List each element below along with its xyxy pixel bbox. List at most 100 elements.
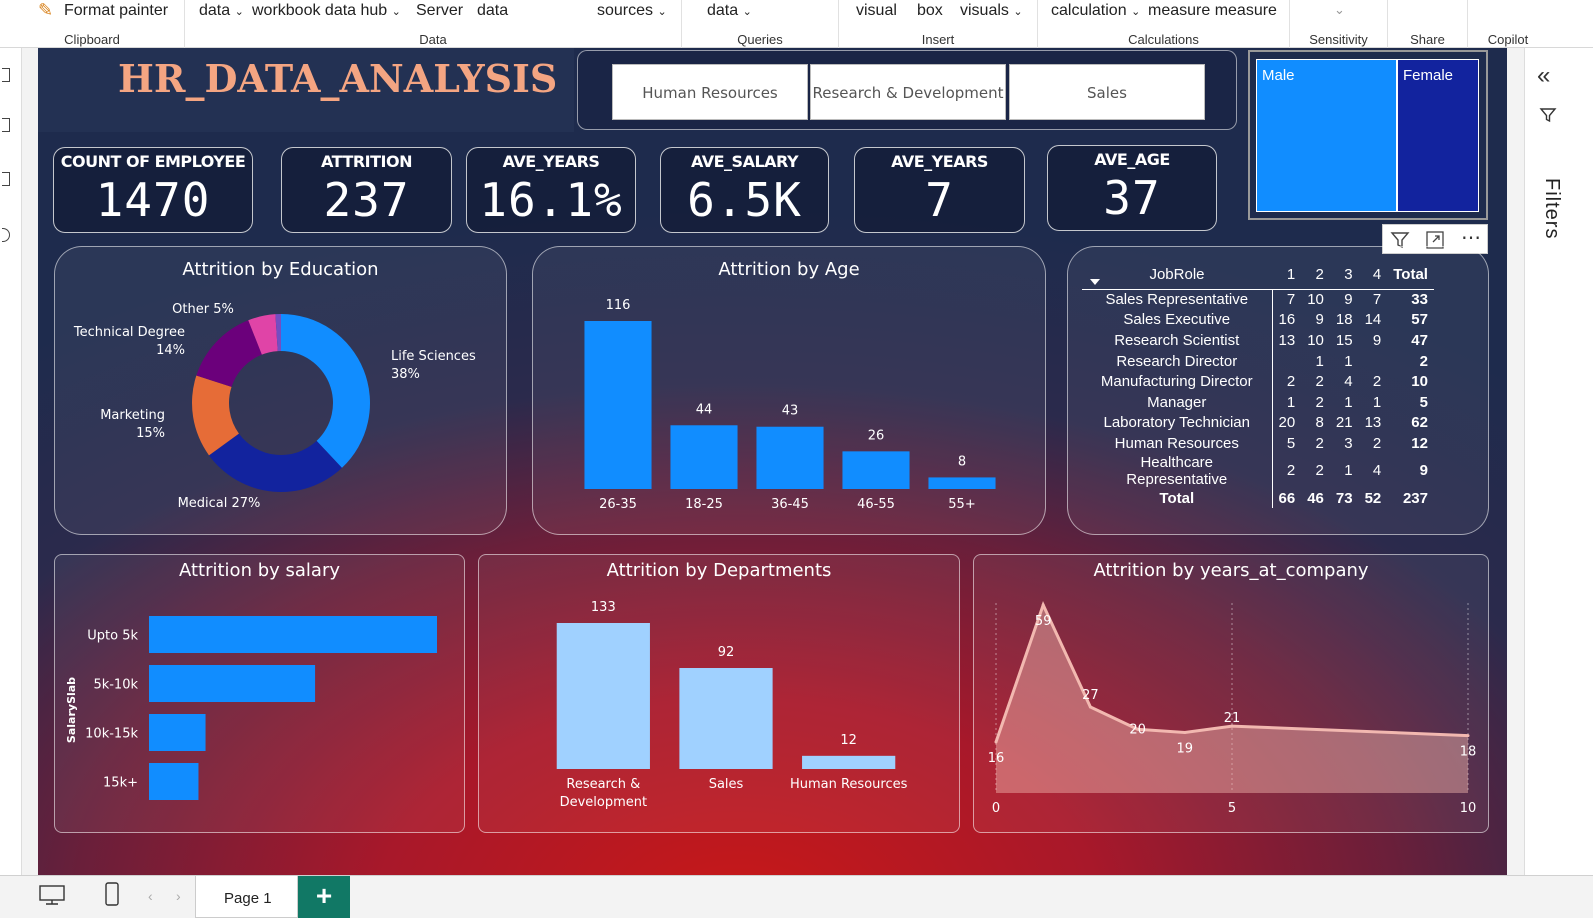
report-canvas: HR_DATA_ANALYSIS Human Resources Researc… [38,48,1507,875]
matrix-cell: 10 [1307,291,1324,309]
kpi-label: AVE_AGE [1094,150,1170,169]
data-point[interactable] [1466,734,1470,738]
matrix-row[interactable]: Healthcare Representative 2 2 1 4 9 [1082,453,1434,488]
matrix-row[interactable]: Manager 1 2 1 1 5 [1082,391,1434,413]
bar[interactable] [670,425,738,489]
bar[interactable] [679,668,773,769]
bar[interactable] [802,755,896,769]
data-point[interactable] [1041,603,1045,607]
matrix-row[interactable]: Sales Representative 7 10 9 7 33 [1082,289,1434,310]
slicer-option-research-development[interactable]: Research & Development [810,64,1006,120]
sensitivity-dropdown[interactable]: ⌄ [1334,2,1345,18]
bar[interactable] [149,616,437,653]
matrix-header-col[interactable]: 1 [1272,261,1302,290]
gender-female-label: Female [1403,67,1454,84]
bar[interactable] [149,763,199,800]
collapse-pane-icon[interactable]: « [1537,62,1550,90]
matrix-header-col[interactable]: 2 [1301,261,1330,290]
next-page-icon[interactable]: › [176,888,181,904]
matrix-cell [1272,351,1301,372]
bar[interactable] [556,623,650,769]
donut-data-label: Life Sciences [391,349,476,364]
new-calculation-button[interactable]: calculation ⌄ [1051,2,1140,20]
years-area-panel: Attrition by years_at_company 16 59 27 20 19… [973,554,1489,833]
quick-measure-button[interactable]: measure measure [1148,2,1277,20]
donut-data-label: Medical 27% [178,496,261,511]
dax-query-view-icon[interactable] [2,228,10,242]
ribbon-item-label: data [707,2,739,19]
department-bar-panel: Attrition by Departments 133 Research & De… [478,554,960,833]
sql-server-button[interactable]: Server [416,2,463,20]
matrix-cell: 2 [1315,393,1324,411]
gender-female-tile[interactable]: Female [1397,59,1479,212]
years-area-chart[interactable]: 16 59 27 20 19 21 18 0 5 10 [974,555,1490,834]
age-bar-chart[interactable]: 116 26-35 44 18-25 43 36-45 26 46-55 8 55+ [533,247,1047,536]
donut-slice-technical-degree[interactable] [196,320,262,387]
education-donut-chart[interactable]: Life Sciences 38% Medical 27% Marketing 15% T… [55,247,508,536]
bar[interactable] [756,426,824,489]
matrix-row[interactable]: Manufacturing Director 2 2 4 2 10 [1082,371,1434,392]
bar[interactable] [842,451,910,489]
kpi-value: 7 [925,173,954,227]
bar[interactable] [149,714,206,751]
matrix-cell: 2 [1286,462,1296,480]
filters-pane-label[interactable]: Filters [1540,178,1563,239]
transform-data-button[interactable]: data ⌄ [707,2,752,20]
enter-data-button[interactable]: data [477,2,508,20]
matrix-header-col[interactable]: 4 [1358,261,1388,290]
bar[interactable] [928,477,996,489]
matrix-header-row: JobRole 1 2 3 4 Total [1082,261,1434,290]
ribbon-group-label: Clipboard [64,32,120,47]
data-point[interactable] [1183,730,1187,734]
matrix-row[interactable]: Research Scientist 13 10 15 9 47 [1082,330,1434,351]
matrix-row[interactable]: Research Director 1 1 2 [1082,350,1434,372]
gender-visual-selection[interactable]: Male Female [1248,50,1488,220]
matrix-header-total[interactable]: Total [1387,261,1434,290]
jobrole-matrix-panel: JobRole 1 2 3 4 Total Sales Representati… [1067,246,1489,535]
department-bar-chart[interactable]: 133 Research & Development 92 Sales 12 Human R… [479,555,961,834]
format-painter-button[interactable]: Format painter [64,2,168,20]
ribbon-group-label: Queries [737,32,783,47]
report-view-icon[interactable] [2,68,10,82]
gender-male-tile[interactable]: Male [1256,59,1397,212]
data-point[interactable] [1088,705,1092,709]
matrix-header-col[interactable]: 3 [1329,261,1359,290]
x-tick-label: 0 [992,801,1000,816]
matrix-cell: 13 [1278,331,1296,349]
kpi-value: 6.5K [687,173,802,227]
salary-bar-chart[interactable]: Upto 5k 5k-10k 10k-15k 15k+ SalarySlab [55,555,466,834]
matrix-row[interactable]: Sales Executive 16 9 18 14 57 [1082,309,1434,331]
matrix-header-jobrole[interactable]: JobRole [1082,261,1272,290]
mobile-layout-icon[interactable] [104,882,120,906]
table-view-icon[interactable] [2,118,10,132]
ribbon-group-copilot[interactable]: Copilot [1468,0,1548,48]
view-rail [0,48,22,875]
page-tab-page-1[interactable]: Page 1 [195,876,298,918]
slicer-option-human-resources[interactable]: Human Resources [612,64,808,120]
kpi-card-attrition: ATTRITION 237 [281,147,452,233]
matrix-total-row[interactable]: Total 66 46 73 52 237 [1082,487,1434,509]
onelake-data-hub-button[interactable]: workbook data hub ⌄ [252,2,401,20]
matrix-row[interactable]: Laboratory Technician 20 8 21 13 62 [1082,412,1434,434]
format-painter-icon[interactable]: ✎ [38,0,53,21]
bar[interactable] [149,665,316,702]
matrix-row[interactable]: Human Resources 5 2 3 2 12 [1082,433,1434,454]
matrix-cell: 1 [1286,393,1296,411]
bar[interactable] [584,321,652,489]
data-point[interactable] [994,740,998,744]
filters-pane[interactable]: « Filters [1524,48,1593,875]
slicer-option-sales[interactable]: Sales [1009,64,1205,120]
bar-data-label: 92 [718,645,735,660]
matrix-row-label: Manager [1082,391,1273,413]
new-visual-button[interactable]: visual [856,2,897,20]
text-box-button[interactable]: box [917,2,943,20]
donut-slice-life-sciences[interactable] [281,314,370,468]
recent-sources-button[interactable]: sources ⌄ [597,2,667,20]
get-data-button[interactable]: data ⌄ [199,2,244,20]
previous-page-icon[interactable]: ‹ [148,888,153,904]
more-visuals-button[interactable]: visuals ⌄ [960,2,1023,20]
model-view-icon[interactable] [2,172,10,186]
add-page-button[interactable]: + [298,876,350,918]
ribbon-group-share[interactable]: Share [1388,0,1468,48]
desktop-layout-icon[interactable] [38,884,66,906]
